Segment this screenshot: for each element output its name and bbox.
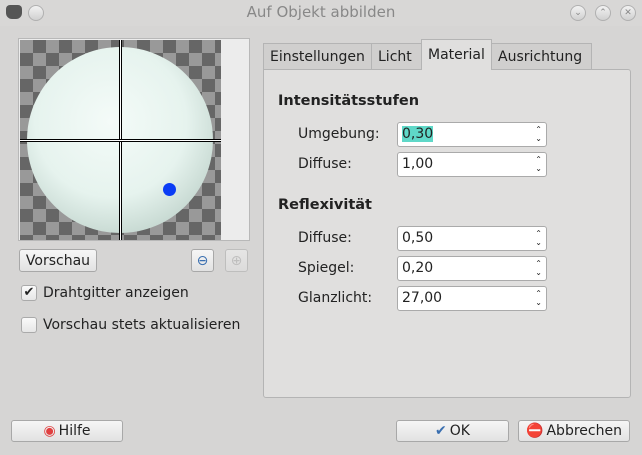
zoom-in-button[interactable]: ⊕	[225, 249, 248, 272]
diffuse-spinbox[interactable]: 1,00 ⌃ ⌄	[397, 152, 547, 177]
reflect-diffuse-label: Diffuse:	[298, 230, 352, 246]
autoupdate-checkbox[interactable]	[21, 317, 37, 333]
specular-spinbox[interactable]: 0,20 ⌃ ⌄	[397, 256, 547, 281]
tab-material[interactable]: Material	[421, 39, 492, 70]
minimize-button[interactable]: ⌄	[570, 5, 586, 21]
tab-einstellungen[interactable]: Einstellungen	[263, 43, 372, 70]
autoupdate-checkbox-row[interactable]: Vorschau stets aktualisieren	[21, 317, 240, 333]
zoom-out-icon: ⊖	[196, 252, 209, 269]
zoom-out-button[interactable]: ⊖	[191, 249, 214, 272]
preview-area[interactable]	[18, 38, 250, 241]
checkmark-icon: ✔	[435, 423, 447, 439]
maximize-button[interactable]: ⌃	[595, 5, 611, 21]
preview-canvas[interactable]	[20, 40, 221, 240]
specular-label: Spiegel:	[298, 260, 355, 276]
ok-button[interactable]: ✔ OK	[396, 420, 509, 442]
lifebuoy-icon: ◉	[43, 423, 56, 439]
tab-ausrichtung[interactable]: Ausrichtung	[491, 43, 592, 70]
cancel-icon: ⛔	[526, 423, 544, 439]
window-title: Auf Objekt abbilden	[246, 3, 396, 21]
spin-arrows-icon[interactable]: ⌃ ⌄	[535, 289, 542, 307]
close-button[interactable]: ✕	[620, 5, 636, 21]
zoom-in-icon: ⊕	[230, 252, 243, 269]
diffuse-label: Diffuse:	[298, 156, 352, 172]
spin-arrows-icon[interactable]: ⌃ ⌄	[535, 155, 542, 173]
spin-arrows-icon[interactable]: ⌃ ⌄	[535, 259, 542, 277]
highlight-label: Glanzlicht:	[298, 290, 373, 306]
spin-arrows-icon[interactable]: ⌃ ⌄	[535, 229, 542, 247]
material-panel: Intensitätsstufen Umgebung: 0,30 ⌃ ⌄ Diffu…	[263, 69, 631, 398]
preview-button[interactable]: Vorschau	[19, 249, 97, 272]
spin-arrows-icon[interactable]: ⌃ ⌄	[535, 125, 542, 143]
wireframe-horizontal	[20, 139, 221, 142]
intensity-heading: Intensitätsstufen	[278, 93, 420, 109]
tab-licht[interactable]: Licht	[371, 43, 422, 70]
light-position-handle[interactable]	[163, 183, 176, 196]
reflect-diffuse-spinbox[interactable]: 0,50 ⌃ ⌄	[397, 226, 547, 251]
wireframe-checkbox-row[interactable]: ✔ Drahtgitter anzeigen	[21, 285, 189, 301]
cancel-button[interactable]: ⛔ Abbrechen	[518, 420, 630, 442]
reflectivity-heading: Reflexivität	[278, 197, 372, 213]
highlight-spinbox[interactable]: 27,00 ⌃ ⌄	[397, 286, 547, 311]
title-bar: Auf Objekt abbilden ⌄ ⌃ ✕	[0, 0, 642, 26]
wireframe-checkbox[interactable]: ✔	[21, 285, 37, 301]
help-button[interactable]: ◉ Hilfe	[11, 420, 123, 442]
ambient-spinbox[interactable]: 0,30 ⌃ ⌄	[397, 122, 547, 147]
ambient-label: Umgebung:	[298, 126, 380, 142]
